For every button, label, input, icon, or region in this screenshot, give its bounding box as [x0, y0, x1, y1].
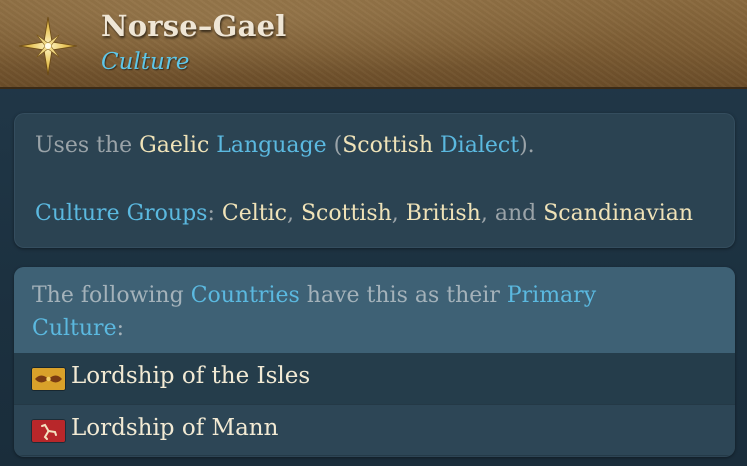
- culture-group-british[interactable]: British: [406, 201, 481, 226]
- culture-subtitle: Culture: [101, 49, 190, 75]
- lordship-of-the-isles-flag-icon: [32, 368, 65, 390]
- countries-intro-text: The following Countries have this as the…: [32, 279, 632, 345]
- lordship-of-mann-flag-icon: [32, 420, 65, 442]
- close-paren-text: ).: [519, 133, 535, 158]
- language-name-link[interactable]: Gaelic: [139, 133, 209, 158]
- tooltip-header: Norse–Gael Culture: [0, 0, 747, 89]
- primary-culture-countries-list: The following Countries have this as the…: [14, 267, 735, 457]
- intro-middle: have this as their: [299, 283, 507, 308]
- countries-link[interactable]: Countries: [191, 283, 300, 308]
- culture-groups-line: Culture Groups: Celtic, Scottish, Britis…: [35, 201, 693, 226]
- culture-title: Norse–Gael: [101, 9, 287, 43]
- culture-group-scottish[interactable]: Scottish: [301, 201, 392, 226]
- country-row-lordship-of-mann[interactable]: Lordship of Mann: [14, 404, 735, 455]
- culture-details-panel: Uses the Gaelic Language (Scottish Diale…: [14, 113, 735, 248]
- separator-text: ,: [286, 201, 301, 226]
- culture-group-scandinavian[interactable]: Scandinavian: [543, 201, 693, 226]
- separator-text: ,: [391, 201, 406, 226]
- and-text: , and: [480, 201, 544, 226]
- country-name: Lordship of Mann: [71, 415, 279, 441]
- paren-text: (: [326, 133, 343, 158]
- colon-text: :: [207, 201, 222, 226]
- dialect-word-link[interactable]: Dialect: [440, 133, 519, 158]
- dialect-name-link[interactable]: Scottish: [342, 133, 433, 158]
- culture-tooltip: Norse–Gael Culture Uses the Gaelic Langu…: [0, 0, 747, 466]
- language-prefix-text: Uses the: [35, 133, 140, 158]
- countries-header: The following Countries have this as the…: [14, 267, 735, 353]
- culture-group-celtic[interactable]: Celtic: [222, 201, 287, 226]
- culture-groups-label[interactable]: Culture Groups: [35, 201, 207, 226]
- intro-colon: :: [116, 316, 125, 341]
- language-line: Uses the Gaelic Language (Scottish Diale…: [35, 133, 535, 158]
- intro-prefix: The following: [32, 283, 191, 308]
- country-row-lordship-of-the-isles[interactable]: Lordship of the Isles: [14, 353, 735, 404]
- language-word-link[interactable]: Language: [216, 133, 326, 158]
- culture-link[interactable]: Culture: [32, 316, 117, 341]
- primary-link[interactable]: Primary: [507, 283, 596, 308]
- compass-star-icon: [18, 16, 78, 76]
- country-name: Lordship of the Isles: [71, 363, 311, 389]
